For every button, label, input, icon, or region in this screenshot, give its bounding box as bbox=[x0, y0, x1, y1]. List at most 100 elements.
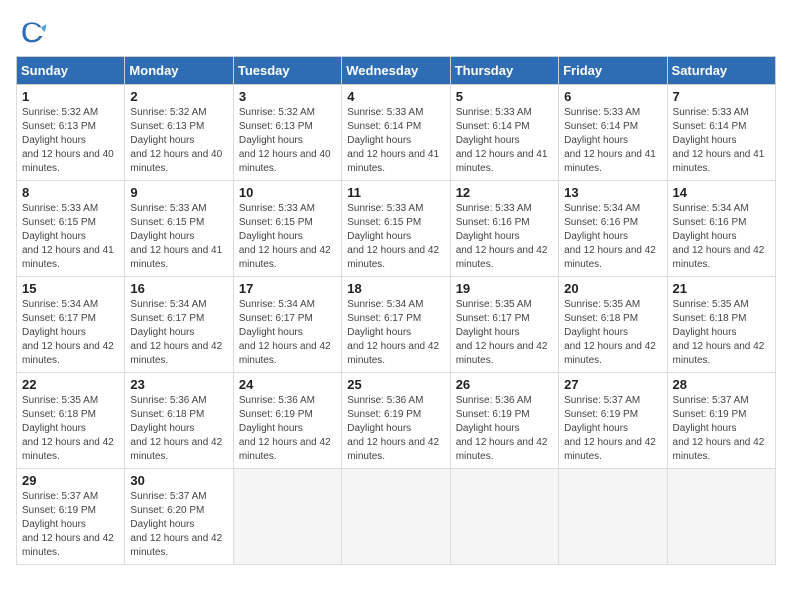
day-number: 29 bbox=[22, 473, 119, 488]
day-info: Sunrise: 5:33 AMSunset: 6:14 PMDaylight … bbox=[347, 107, 439, 174]
calendar-day-cell: 22 Sunrise: 5:35 AMSunset: 6:18 PMDaylig… bbox=[17, 373, 125, 469]
weekday-header: Wednesday bbox=[342, 57, 450, 85]
calendar-day-cell: 18 Sunrise: 5:34 AMSunset: 6:17 PMDaylig… bbox=[342, 277, 450, 373]
weekday-header: Tuesday bbox=[233, 57, 341, 85]
day-info: Sunrise: 5:34 AMSunset: 6:16 PMDaylight … bbox=[673, 203, 765, 270]
day-info: Sunrise: 5:33 AMSunset: 6:15 PMDaylight … bbox=[347, 203, 439, 270]
calendar-day-cell: 3 Sunrise: 5:32 AMSunset: 6:13 PMDayligh… bbox=[233, 85, 341, 181]
calendar-day-cell: 11 Sunrise: 5:33 AMSunset: 6:15 PMDaylig… bbox=[342, 181, 450, 277]
calendar-week-row: 8 Sunrise: 5:33 AMSunset: 6:15 PMDayligh… bbox=[17, 181, 776, 277]
calendar-day-cell: 2 Sunrise: 5:32 AMSunset: 6:13 PMDayligh… bbox=[125, 85, 233, 181]
day-info: Sunrise: 5:37 AMSunset: 6:19 PMDaylight … bbox=[22, 491, 114, 558]
day-info: Sunrise: 5:37 AMSunset: 6:19 PMDaylight … bbox=[564, 395, 656, 462]
calendar-day-cell: 26 Sunrise: 5:36 AMSunset: 6:19 PMDaylig… bbox=[450, 373, 558, 469]
weekday-header: Friday bbox=[559, 57, 667, 85]
weekday-header: Monday bbox=[125, 57, 233, 85]
day-info: Sunrise: 5:36 AMSunset: 6:19 PMDaylight … bbox=[347, 395, 439, 462]
calendar-day-cell: 28 Sunrise: 5:37 AMSunset: 6:19 PMDaylig… bbox=[667, 373, 775, 469]
day-info: Sunrise: 5:35 AMSunset: 6:18 PMDaylight … bbox=[22, 395, 114, 462]
day-info: Sunrise: 5:37 AMSunset: 6:19 PMDaylight … bbox=[673, 395, 765, 462]
day-info: Sunrise: 5:35 AMSunset: 6:18 PMDaylight … bbox=[564, 299, 656, 366]
calendar-day-cell bbox=[233, 469, 341, 565]
calendar-day-cell: 15 Sunrise: 5:34 AMSunset: 6:17 PMDaylig… bbox=[17, 277, 125, 373]
day-number: 14 bbox=[673, 185, 770, 200]
day-number: 9 bbox=[130, 185, 227, 200]
calendar-week-row: 29 Sunrise: 5:37 AMSunset: 6:19 PMDaylig… bbox=[17, 469, 776, 565]
calendar-day-cell: 6 Sunrise: 5:33 AMSunset: 6:14 PMDayligh… bbox=[559, 85, 667, 181]
day-info: Sunrise: 5:36 AMSunset: 6:19 PMDaylight … bbox=[456, 395, 548, 462]
day-number: 1 bbox=[22, 89, 119, 104]
day-number: 20 bbox=[564, 281, 661, 296]
day-number: 24 bbox=[239, 377, 336, 392]
calendar-day-cell: 25 Sunrise: 5:36 AMSunset: 6:19 PMDaylig… bbox=[342, 373, 450, 469]
day-info: Sunrise: 5:35 AMSunset: 6:18 PMDaylight … bbox=[673, 299, 765, 366]
calendar-day-cell bbox=[450, 469, 558, 565]
calendar-day-cell: 20 Sunrise: 5:35 AMSunset: 6:18 PMDaylig… bbox=[559, 277, 667, 373]
logo-icon bbox=[16, 16, 48, 48]
day-info: Sunrise: 5:37 AMSunset: 6:20 PMDaylight … bbox=[130, 491, 222, 558]
day-number: 11 bbox=[347, 185, 444, 200]
day-info: Sunrise: 5:33 AMSunset: 6:14 PMDaylight … bbox=[564, 107, 656, 174]
calendar-day-cell: 10 Sunrise: 5:33 AMSunset: 6:15 PMDaylig… bbox=[233, 181, 341, 277]
day-info: Sunrise: 5:34 AMSunset: 6:17 PMDaylight … bbox=[130, 299, 222, 366]
day-info: Sunrise: 5:33 AMSunset: 6:14 PMDaylight … bbox=[456, 107, 548, 174]
calendar-day-cell: 12 Sunrise: 5:33 AMSunset: 6:16 PMDaylig… bbox=[450, 181, 558, 277]
day-info: Sunrise: 5:34 AMSunset: 6:16 PMDaylight … bbox=[564, 203, 656, 270]
day-info: Sunrise: 5:34 AMSunset: 6:17 PMDaylight … bbox=[22, 299, 114, 366]
day-number: 25 bbox=[347, 377, 444, 392]
calendar-day-cell: 23 Sunrise: 5:36 AMSunset: 6:18 PMDaylig… bbox=[125, 373, 233, 469]
calendar-week-row: 22 Sunrise: 5:35 AMSunset: 6:18 PMDaylig… bbox=[17, 373, 776, 469]
day-info: Sunrise: 5:33 AMSunset: 6:15 PMDaylight … bbox=[22, 203, 114, 270]
day-info: Sunrise: 5:33 AMSunset: 6:14 PMDaylight … bbox=[673, 107, 765, 174]
calendar-day-cell bbox=[559, 469, 667, 565]
day-number: 4 bbox=[347, 89, 444, 104]
calendar-day-cell: 8 Sunrise: 5:33 AMSunset: 6:15 PMDayligh… bbox=[17, 181, 125, 277]
day-number: 19 bbox=[456, 281, 553, 296]
day-number: 12 bbox=[456, 185, 553, 200]
weekday-header: Thursday bbox=[450, 57, 558, 85]
day-info: Sunrise: 5:34 AMSunset: 6:17 PMDaylight … bbox=[347, 299, 439, 366]
calendar-day-cell: 16 Sunrise: 5:34 AMSunset: 6:17 PMDaylig… bbox=[125, 277, 233, 373]
day-number: 16 bbox=[130, 281, 227, 296]
day-info: Sunrise: 5:36 AMSunset: 6:18 PMDaylight … bbox=[130, 395, 222, 462]
logo bbox=[16, 16, 52, 48]
day-info: Sunrise: 5:32 AMSunset: 6:13 PMDaylight … bbox=[130, 107, 222, 174]
calendar-day-cell: 9 Sunrise: 5:33 AMSunset: 6:15 PMDayligh… bbox=[125, 181, 233, 277]
day-number: 7 bbox=[673, 89, 770, 104]
calendar-table: SundayMondayTuesdayWednesdayThursdayFrid… bbox=[16, 56, 776, 565]
day-number: 3 bbox=[239, 89, 336, 104]
day-number: 13 bbox=[564, 185, 661, 200]
weekday-header: Saturday bbox=[667, 57, 775, 85]
day-number: 10 bbox=[239, 185, 336, 200]
calendar-day-cell: 17 Sunrise: 5:34 AMSunset: 6:17 PMDaylig… bbox=[233, 277, 341, 373]
calendar-day-cell: 29 Sunrise: 5:37 AMSunset: 6:19 PMDaylig… bbox=[17, 469, 125, 565]
day-number: 8 bbox=[22, 185, 119, 200]
calendar-day-cell: 1 Sunrise: 5:32 AMSunset: 6:13 PMDayligh… bbox=[17, 85, 125, 181]
calendar-day-cell: 13 Sunrise: 5:34 AMSunset: 6:16 PMDaylig… bbox=[559, 181, 667, 277]
weekday-header: Sunday bbox=[17, 57, 125, 85]
day-number: 15 bbox=[22, 281, 119, 296]
day-number: 2 bbox=[130, 89, 227, 104]
calendar-day-cell: 19 Sunrise: 5:35 AMSunset: 6:17 PMDaylig… bbox=[450, 277, 558, 373]
day-number: 22 bbox=[22, 377, 119, 392]
calendar-day-cell: 30 Sunrise: 5:37 AMSunset: 6:20 PMDaylig… bbox=[125, 469, 233, 565]
calendar-day-cell: 5 Sunrise: 5:33 AMSunset: 6:14 PMDayligh… bbox=[450, 85, 558, 181]
day-number: 21 bbox=[673, 281, 770, 296]
header bbox=[16, 16, 776, 48]
calendar-day-cell: 27 Sunrise: 5:37 AMSunset: 6:19 PMDaylig… bbox=[559, 373, 667, 469]
calendar-day-cell bbox=[667, 469, 775, 565]
day-info: Sunrise: 5:32 AMSunset: 6:13 PMDaylight … bbox=[239, 107, 331, 174]
day-number: 23 bbox=[130, 377, 227, 392]
day-number: 17 bbox=[239, 281, 336, 296]
calendar-day-cell: 4 Sunrise: 5:33 AMSunset: 6:14 PMDayligh… bbox=[342, 85, 450, 181]
calendar-week-row: 15 Sunrise: 5:34 AMSunset: 6:17 PMDaylig… bbox=[17, 277, 776, 373]
day-info: Sunrise: 5:36 AMSunset: 6:19 PMDaylight … bbox=[239, 395, 331, 462]
day-number: 30 bbox=[130, 473, 227, 488]
calendar-week-row: 1 Sunrise: 5:32 AMSunset: 6:13 PMDayligh… bbox=[17, 85, 776, 181]
day-info: Sunrise: 5:35 AMSunset: 6:17 PMDaylight … bbox=[456, 299, 548, 366]
day-number: 5 bbox=[456, 89, 553, 104]
day-number: 28 bbox=[673, 377, 770, 392]
calendar-day-cell: 24 Sunrise: 5:36 AMSunset: 6:19 PMDaylig… bbox=[233, 373, 341, 469]
calendar-day-cell bbox=[342, 469, 450, 565]
weekday-header-row: SundayMondayTuesdayWednesdayThursdayFrid… bbox=[17, 57, 776, 85]
